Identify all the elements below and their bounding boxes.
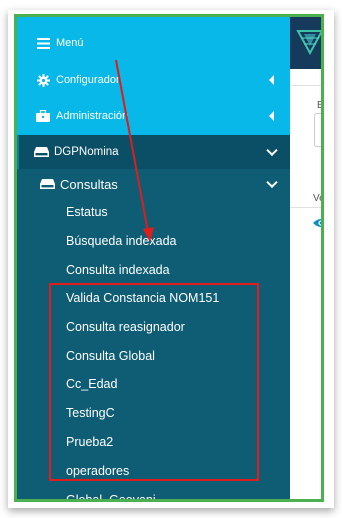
sidebar-item-label: DGPNomina <box>54 146 119 158</box>
sidebar-item-label: Configurador <box>56 74 120 86</box>
chevron-left-icon <box>269 75 274 85</box>
menu-toggle[interactable]: Menú <box>17 27 290 59</box>
menu-label: Menú <box>56 37 84 49</box>
eye-icon[interactable] <box>312 217 324 229</box>
sidebar-item-label: Administración <box>56 110 129 122</box>
app-logo-icon <box>296 30 321 55</box>
chevron-down-icon <box>266 176 278 189</box>
gear-icon <box>35 73 51 87</box>
search-field[interactable] <box>314 113 321 147</box>
sidebar-item-label: Consultas <box>60 176 118 192</box>
chevron-left-icon <box>269 111 274 121</box>
table-divider <box>290 207 321 208</box>
submenu-item-busqueda-indexada[interactable]: Búsqueda indexada <box>66 234 177 248</box>
hard-drive-icon <box>33 145 49 159</box>
submenu-item-estatus[interactable]: Estatus <box>66 205 108 219</box>
hamburger-icon <box>35 36 51 50</box>
sidebar-item-administracion[interactable]: Administración <box>17 99 290 133</box>
content-divider <box>290 85 321 86</box>
view-label: Ve <box>313 193 324 204</box>
hard-drive-icon <box>39 177 55 191</box>
briefcase-icon <box>35 109 51 123</box>
highlight-box <box>49 283 259 481</box>
chevron-down-icon <box>266 144 278 157</box>
sidebar-item-consultas[interactable]: Consultas <box>17 169 290 199</box>
submenu-item-consulta-indexada[interactable]: Consulta indexada <box>66 263 170 277</box>
submenu-item-global-geovani[interactable]: Global_Geovani <box>66 493 156 499</box>
sidebar-item-configurador[interactable]: Configurador <box>17 63 290 97</box>
search-label: Bu <box>317 100 324 111</box>
sidebar-item-dgpnomina[interactable]: DGPNomina <box>17 135 290 169</box>
